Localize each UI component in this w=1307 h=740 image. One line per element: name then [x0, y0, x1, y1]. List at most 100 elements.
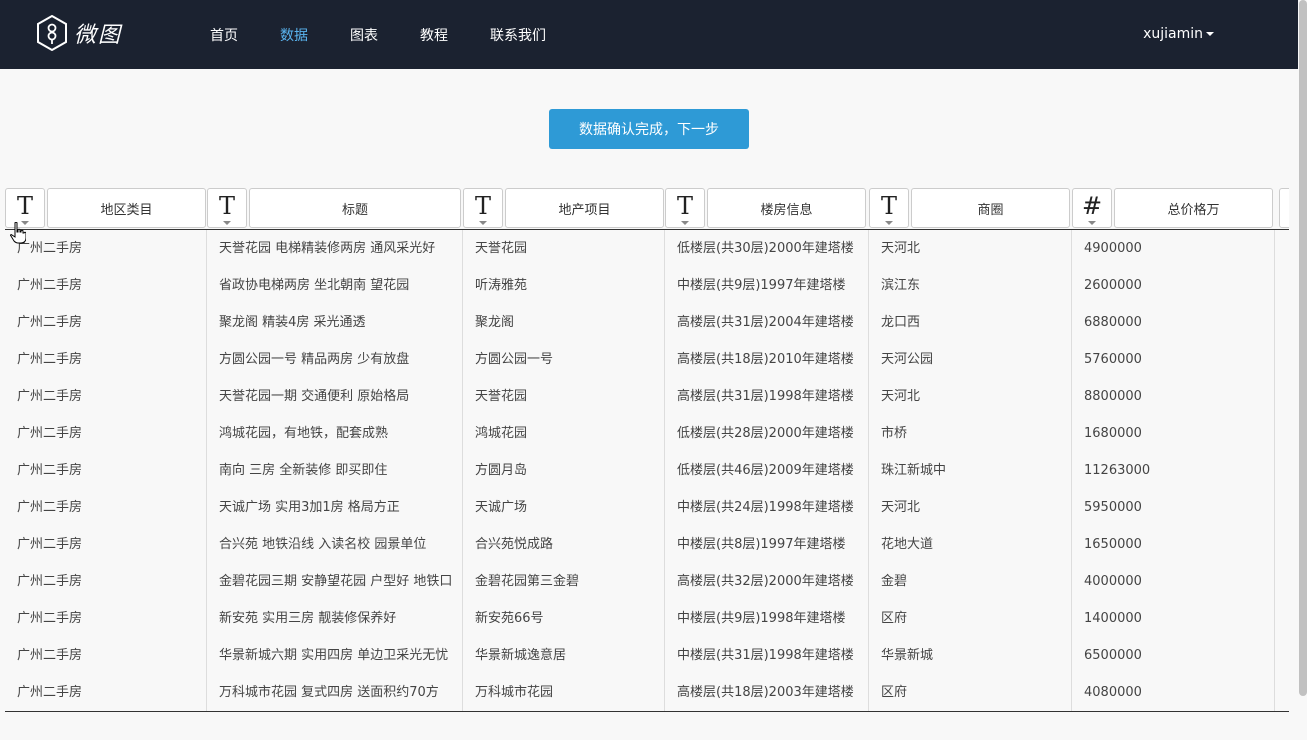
table-cell[interactable]: 市桥	[869, 415, 1072, 452]
table-cell[interactable]: 广州二手房	[5, 378, 207, 415]
nav-link[interactable]: 首页	[210, 25, 238, 45]
table-cell[interactable]: 南向 三房 全新装修 即买即住	[207, 452, 463, 489]
confirm-next-button[interactable]: 数据确认完成，下一步	[549, 109, 749, 149]
logo[interactable]: 微图	[36, 15, 122, 51]
table-cell[interactable]: 方圆公园一号 精品两房 少有放盘	[207, 341, 463, 378]
table-cell[interactable]: 广州二手房	[5, 526, 207, 563]
table-cell[interactable]: 高楼层(共18层)2003年建塔楼	[665, 674, 869, 711]
table-cell[interactable]: 低楼层(共46层)2009年建塔楼	[665, 452, 869, 489]
table-cell[interactable]: 广州二手房	[5, 415, 207, 452]
table-cell[interactable]: 天诚广场 实用3加1房 格局方正	[207, 489, 463, 526]
table-row[interactable]: 广州二手房 天誉花园一期 交通便利 原始格局 天誉花园 高楼层(共31层)1998年建…	[5, 378, 1289, 416]
table-cell[interactable]: 1680000	[1072, 415, 1275, 452]
table-row[interactable]: 广州二手房 聚龙阁 精装4房 采光通透 聚龙阁 高楼层(共31层)2004年建塔楼 龙口…	[5, 304, 1289, 342]
table-cell[interactable]: 低楼层(共28层)2000年建塔楼	[665, 415, 869, 452]
table-row[interactable]: 广州二手房 方圆公园一号 精品两房 少有放盘 方圆公园一号 高楼层(共18层)2010…	[5, 341, 1289, 379]
table-cell[interactable]: 4080000	[1072, 674, 1275, 711]
table-row[interactable]: 广州二手房 新安苑 实用三房 靓装修保养好 新安苑66号 中楼层(共9层)1998年建…	[5, 600, 1289, 638]
table-cell[interactable]: 龙口西	[869, 304, 1072, 341]
table-cell[interactable]: 方圆月岛	[463, 452, 665, 489]
column-name-field[interactable]: 楼房信息	[707, 188, 866, 228]
nav-link[interactable]: 图表	[350, 25, 378, 45]
table-cell[interactable]: 金碧花园三期 安静望花园 户型好 地铁口	[207, 563, 463, 600]
table-cell[interactable]: 11263000	[1072, 452, 1275, 489]
table-cell[interactable]: 低楼层(共30层)2000年建塔楼	[665, 230, 869, 267]
table-cell[interactable]: 天誉花园 电梯精装修两房 通风采光好	[207, 230, 463, 267]
column-type-button[interactable]: T	[665, 188, 705, 228]
table-cell[interactable]: 万科城市花园 复式四房 送面积约70方	[207, 674, 463, 711]
table-cell[interactable]: 天诚广场	[463, 489, 665, 526]
column-name-field[interactable]: 地产项目	[505, 188, 664, 228]
column-name-field[interactable]: 商圈	[911, 188, 1070, 228]
table-cell[interactable]: 5950000	[1072, 489, 1275, 526]
table-cell[interactable]: 广州二手房	[5, 341, 207, 378]
table-cell[interactable]: 广州二手房	[5, 230, 207, 267]
column-type-button[interactable]: T	[463, 188, 503, 228]
table-cell[interactable]: 金碧花园第三金碧	[463, 563, 665, 600]
column-type-button[interactable]	[1279, 188, 1289, 228]
table-cell[interactable]: 天河北	[869, 230, 1072, 267]
table-cell[interactable]: 新安苑66号	[463, 600, 665, 637]
table-cell[interactable]: 鸿城花园	[463, 415, 665, 452]
table-cell[interactable]: 1400000	[1072, 600, 1275, 637]
table-cell[interactable]: 合兴苑 地铁沿线 入读名校 园景单位	[207, 526, 463, 563]
table-cell[interactable]: 广州二手房	[5, 674, 207, 711]
column-type-button[interactable]: T	[869, 188, 909, 228]
table-cell[interactable]: 6880000	[1072, 304, 1275, 341]
table-cell[interactable]: 天誉花园一期 交通便利 原始格局	[207, 378, 463, 415]
table-cell[interactable]: 珠江新城中	[869, 452, 1072, 489]
table-row[interactable]: 广州二手房 万科城市花园 复式四房 送面积约70方 万科城市花园 高楼层(共18层)2…	[5, 674, 1289, 711]
table-cell[interactable]: 1650000	[1072, 526, 1275, 563]
table-cell[interactable]: 广州二手房	[5, 637, 207, 674]
table-cell[interactable]: 中楼层(共9层)1997年建塔楼	[665, 267, 869, 304]
vertical-scrollbar[interactable]	[1299, 0, 1307, 696]
table-cell[interactable]: 中楼层(共9层)1998年建塔楼	[665, 600, 869, 637]
table-cell[interactable]: 方圆公园一号	[463, 341, 665, 378]
table-row[interactable]: 广州二手房 天诚广场 实用3加1房 格局方正 天诚广场 中楼层(共24层)1998年建…	[5, 489, 1289, 527]
table-cell[interactable]: 华景新城	[869, 637, 1072, 674]
table-row[interactable]: 广州二手房 省政协电梯两房 坐北朝南 望花园 听涛雅苑 中楼层(共9层)1997年建塔…	[5, 267, 1289, 305]
table-cell[interactable]: 8800000	[1072, 378, 1275, 415]
table-cell[interactable]: 高楼层(共32层)2000年建塔楼	[665, 563, 869, 600]
table-cell[interactable]: 听涛雅苑	[463, 267, 665, 304]
nav-link[interactable]: 教程	[420, 25, 448, 45]
table-cell[interactable]: 中楼层(共31层)1998年建塔楼	[665, 637, 869, 674]
table-cell[interactable]: 滨江东	[869, 267, 1072, 304]
column-type-button[interactable]: T	[207, 188, 247, 228]
table-cell[interactable]: 聚龙阁 精装4房 采光通透	[207, 304, 463, 341]
table-cell[interactable]: 天誉花园	[463, 378, 665, 415]
table-cell[interactable]: 2600000	[1072, 267, 1275, 304]
table-cell[interactable]: 天河公园	[869, 341, 1072, 378]
table-cell[interactable]: 鸿城花园，有地铁，配套成熟	[207, 415, 463, 452]
table-cell[interactable]: 天河北	[869, 378, 1072, 415]
table-cell[interactable]: 广州二手房	[5, 563, 207, 600]
table-cell[interactable]: 4000000	[1072, 563, 1275, 600]
user-menu[interactable]: xujiamin	[1143, 26, 1214, 42]
table-cell[interactable]: 4900000	[1072, 230, 1275, 267]
table-cell[interactable]: 金碧	[869, 563, 1072, 600]
table-cell[interactable]: 5760000	[1072, 341, 1275, 378]
table-cell[interactable]: 广州二手房	[5, 489, 207, 526]
table-cell[interactable]: 省政协电梯两房 坐北朝南 望花园	[207, 267, 463, 304]
table-cell[interactable]: 新安苑 实用三房 靓装修保养好	[207, 600, 463, 637]
table-cell[interactable]: 广州二手房	[5, 600, 207, 637]
table-cell[interactable]: 万科城市花园	[463, 674, 665, 711]
table-cell[interactable]: 6500000	[1072, 637, 1275, 674]
table-row[interactable]: 广州二手房 鸿城花园，有地铁，配套成熟 鸿城花园 低楼层(共28层)2000年建塔楼市…	[5, 415, 1289, 453]
table-cell[interactable]: 中楼层(共8层)1997年建塔楼	[665, 526, 869, 563]
nav-link[interactable]: 联系我们	[490, 25, 546, 45]
table-cell[interactable]: 广州二手房	[5, 267, 207, 304]
table-cell[interactable]: 天誉花园	[463, 230, 665, 267]
table-row[interactable]: 广州二手房 华景新城六期 实用四房 单边卫采光无忧 华景新城逸意居 中楼层(共31层)…	[5, 637, 1289, 675]
table-row[interactable]: 广州二手房 金碧花园三期 安静望花园 户型好 地铁口 金碧花园第三金碧 高楼层(共32…	[5, 563, 1289, 601]
table-cell[interactable]: 高楼层(共18层)2010年建塔楼	[665, 341, 869, 378]
table-cell[interactable]: 区府	[869, 600, 1072, 637]
table-cell[interactable]: 天河北	[869, 489, 1072, 526]
column-name-field[interactable]: 地区类目	[47, 188, 206, 228]
table-cell[interactable]: 区府	[869, 674, 1072, 711]
nav-link[interactable]: 数据	[280, 25, 308, 45]
table-row[interactable]: 广州二手房 合兴苑 地铁沿线 入读名校 园景单位 合兴苑悦成路 中楼层(共8层)199…	[5, 526, 1289, 564]
table-cell[interactable]: 中楼层(共24层)1998年建塔楼	[665, 489, 869, 526]
column-name-field[interactable]: 标题	[249, 188, 461, 228]
table-cell[interactable]: 聚龙阁	[463, 304, 665, 341]
